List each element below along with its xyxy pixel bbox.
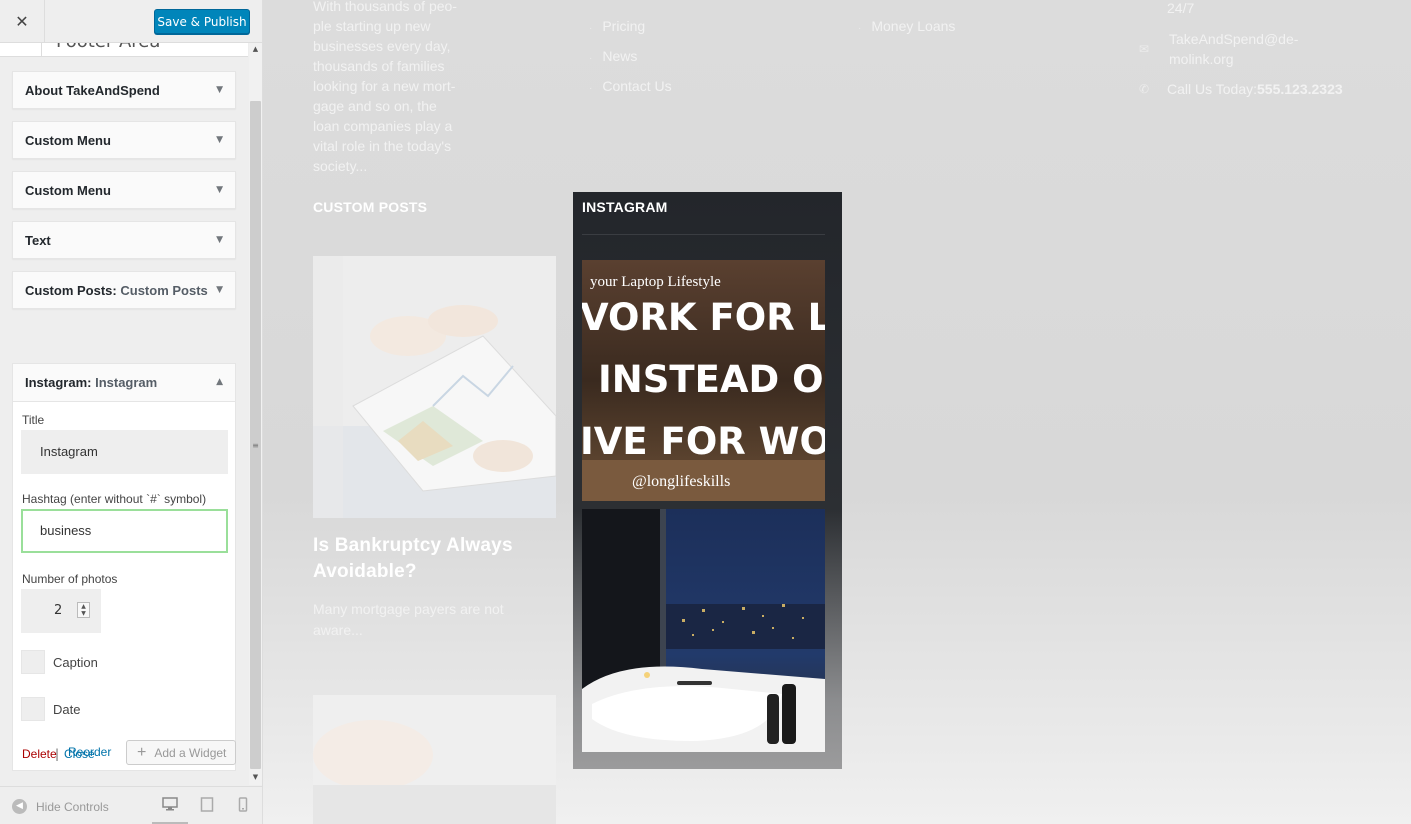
link-separator: | [55,747,60,761]
delete-link[interactable]: Delete [22,747,57,761]
photo1-caption-top: your Laptop Lifestyle [590,274,721,290]
reorder-link[interactable]: Reorder [68,745,111,759]
expand-arrow-icon[interactable]: ▼ [216,135,223,145]
widget-about[interactable]: About TakeAndSpend ▼ [12,71,236,109]
widget-title: Custom Menu [25,133,111,148]
post-excerpt: Many mortgage payers are not aware... [313,601,504,638]
widget-custom-menu-1[interactable]: Custom Menu ▼ [12,121,236,159]
about-text: With thousands of peo- ple starting up n… [313,0,457,174]
photos-value: 2 [54,603,63,618]
contact-call: Call Us Today:555.123.2323 [1167,81,1343,97]
expand-arrow-icon[interactable]: ▼ [216,285,223,295]
customizer-sidebar: ✕ Save & Publish Footer Area About TakeA… [0,0,263,824]
desktop-preview-icon[interactable] [160,797,180,815]
instagram-photo-1[interactable]: your Laptop Lifestyle VORK FOR LIVE INST… [582,260,825,501]
photos-number-field[interactable]: 2 ▲ ▼ [21,589,101,633]
grip-icon: ≡ [252,441,259,450]
customizer-header: ✕ Save & Publish [0,0,262,43]
number-spinner-icon[interactable]: ▲ ▼ [77,602,90,618]
post-title[interactable]: Is Bankruptcy Always Avoidable? [313,533,513,585]
menu-item-pricing[interactable]: · Pricing [589,18,645,34]
menu-item-contact[interactable]: · Contact Us [589,78,672,94]
save-publish-button[interactable]: Save & Publish [154,9,250,34]
date-checkbox[interactable] [21,697,45,721]
contact-hours: 24/7 [1167,0,1195,16]
add-widget-label: Add a Widget [154,745,227,760]
widget-title: Custom Posts: Custom Posts [25,283,208,298]
photo1-line-instead: INSTEAD OF [598,358,825,401]
scroll-up-arrow-icon[interactable]: ▲ [249,45,262,55]
widget-instagram-header[interactable]: Instagram: Instagram ▲ [13,364,235,402]
phone-icon: ✆ [1139,82,1150,96]
widget-instagram-expanded: Instagram: Instagram ▲ Title Instagram H… [12,363,236,771]
menu-item-news[interactable]: · News [589,48,637,64]
customizer-footer: ◀ Hide Controls [0,786,262,824]
menu-item-money-loans[interactable]: · Money Loans [858,18,955,34]
custom-posts-heading: CUSTOM POSTS [313,199,428,215]
close-icon: ✕ [15,12,29,31]
widget-title: Instagram: Instagram [25,375,158,390]
widgets-panel: Footer Area About TakeAndSpend ▼ Custom … [0,43,262,785]
title-input[interactable]: Instagram [21,430,228,474]
title-label: Title [22,413,45,427]
caption-checkbox[interactable] [21,650,45,674]
photo1-handle: @longlifeskills [632,473,730,490]
instagram-widget: INSTAGRAM your Laptop Lifestyle VORK FOR… [573,192,842,769]
expand-arrow-icon[interactable]: ▼ [216,185,223,195]
close-customizer-button[interactable]: ✕ [0,0,45,43]
hide-controls-icon[interactable]: ◀ [12,799,27,814]
widget-title: Custom Menu [25,183,111,198]
widget-custom-posts[interactable]: Custom Posts: Custom Posts ▼ [12,271,236,309]
site-preview: With thousands of peo- ple starting up n… [263,0,1411,824]
section-header: Footer Area [0,43,248,57]
expand-arrow-icon[interactable]: ▼ [216,85,223,95]
photo1-line-work: VORK FOR LIVE [582,296,825,339]
back-button[interactable] [0,43,42,56]
sidebar-scrollbar[interactable]: ▲ ≡ ▼ [249,43,262,785]
post-thumbnail-image[interactable] [313,256,556,518]
widget-title: Text [25,233,51,248]
instagram-heading: INSTAGRAM [582,199,668,215]
section-title: Footer Area [56,43,160,52]
collapse-arrow-icon[interactable]: ▲ [216,377,223,387]
post-thumbnail-image-2[interactable] [313,695,556,824]
widget-text[interactable]: Text ▼ [12,221,236,259]
photos-label: Number of photos [22,572,118,586]
instagram-photo-2[interactable] [582,509,825,752]
widget-title: About TakeAndSpend [25,83,160,98]
heading-divider [582,234,825,235]
hide-controls-button[interactable]: Hide Controls [36,800,109,814]
scroll-thumb[interactable]: ≡ [250,101,261,769]
tablet-preview-icon[interactable] [197,797,217,815]
contact-email[interactable]: TakeAndSpend@de- molink.org [1169,29,1298,69]
mobile-preview-icon[interactable] [233,797,253,815]
caption-label: Caption [53,655,98,670]
hashtag-input[interactable]: business [21,509,228,553]
photo1-line-live: IVE FOR WORK [582,420,825,463]
envelope-icon: ✉ [1139,42,1150,56]
add-widget-button[interactable]: + Add a Widget [126,740,236,765]
contact-phone: 555.123.2323 [1257,81,1343,97]
plus-icon: + [137,743,147,761]
scroll-down-arrow-icon[interactable]: ▼ [249,773,262,783]
hashtag-label: Hashtag (enter without `#` symbol) [22,492,207,506]
expand-arrow-icon[interactable]: ▼ [216,235,223,245]
date-label: Date [53,702,81,717]
widget-custom-menu-2[interactable]: Custom Menu ▼ [12,171,236,209]
